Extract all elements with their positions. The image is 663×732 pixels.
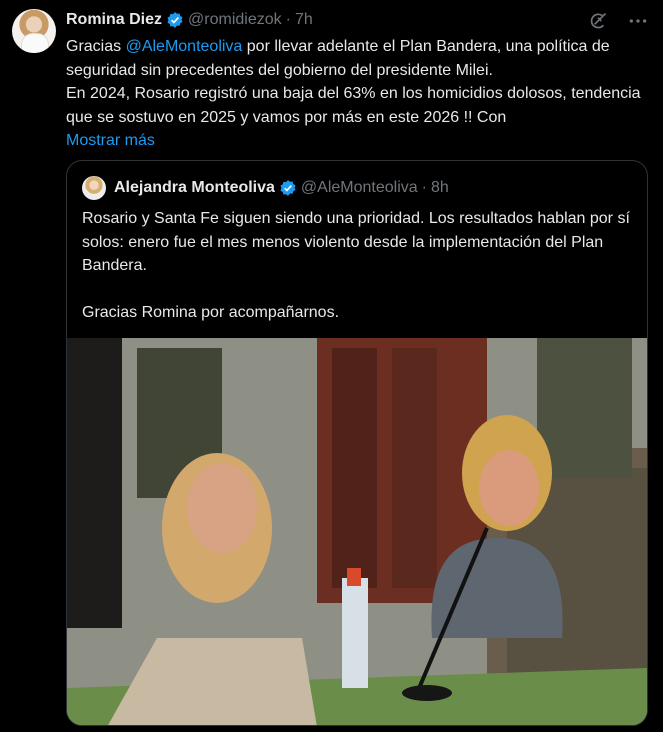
verified-badge-icon — [280, 180, 296, 196]
quoted-photo[interactable] — [67, 338, 647, 725]
tweet[interactable]: Romina Diez @romidiezok · 7h Gracias @Al… — [0, 0, 663, 732]
tweet-text-start: Gracias — [66, 38, 126, 55]
quoted-tweet[interactable]: Alejandra Monteoliva @AleMonteoliva · 8h… — [66, 160, 648, 726]
tweet-text: Gracias @AleMonteoliva por llevar adelan… — [66, 35, 651, 153]
grok-icon[interactable] — [587, 10, 609, 32]
tweet-header: Romina Diez @romidiezok · 7h — [66, 9, 313, 31]
show-more-link[interactable]: Mostrar más — [66, 129, 651, 153]
quoted-text: Rosario y Santa Fe siguen siendo una pri… — [82, 210, 630, 321]
author-handle[interactable]: @romidiezok — [188, 11, 282, 29]
quoted-author-name: Alejandra Monteoliva — [114, 179, 275, 196]
author-name[interactable]: Romina Diez — [66, 11, 162, 29]
tweet-actions-top — [587, 10, 649, 32]
quoted-avatar — [82, 176, 106, 200]
quoted-time: 8h — [431, 179, 449, 196]
quoted-header: Alejandra Monteoliva @AleMonteoliva · 8h — [82, 176, 449, 200]
more-options-icon[interactable] — [627, 10, 649, 32]
verified-badge-icon — [167, 12, 183, 28]
mention-link[interactable]: @AleMonteoliva — [126, 38, 243, 55]
separator-dot: · — [285, 11, 291, 28]
separator-dot: · — [421, 179, 427, 196]
author-avatar[interactable] — [12, 9, 56, 53]
tweet-time[interactable]: 7h — [295, 11, 313, 29]
quoted-author-handle: @AleMonteoliva — [300, 179, 418, 196]
